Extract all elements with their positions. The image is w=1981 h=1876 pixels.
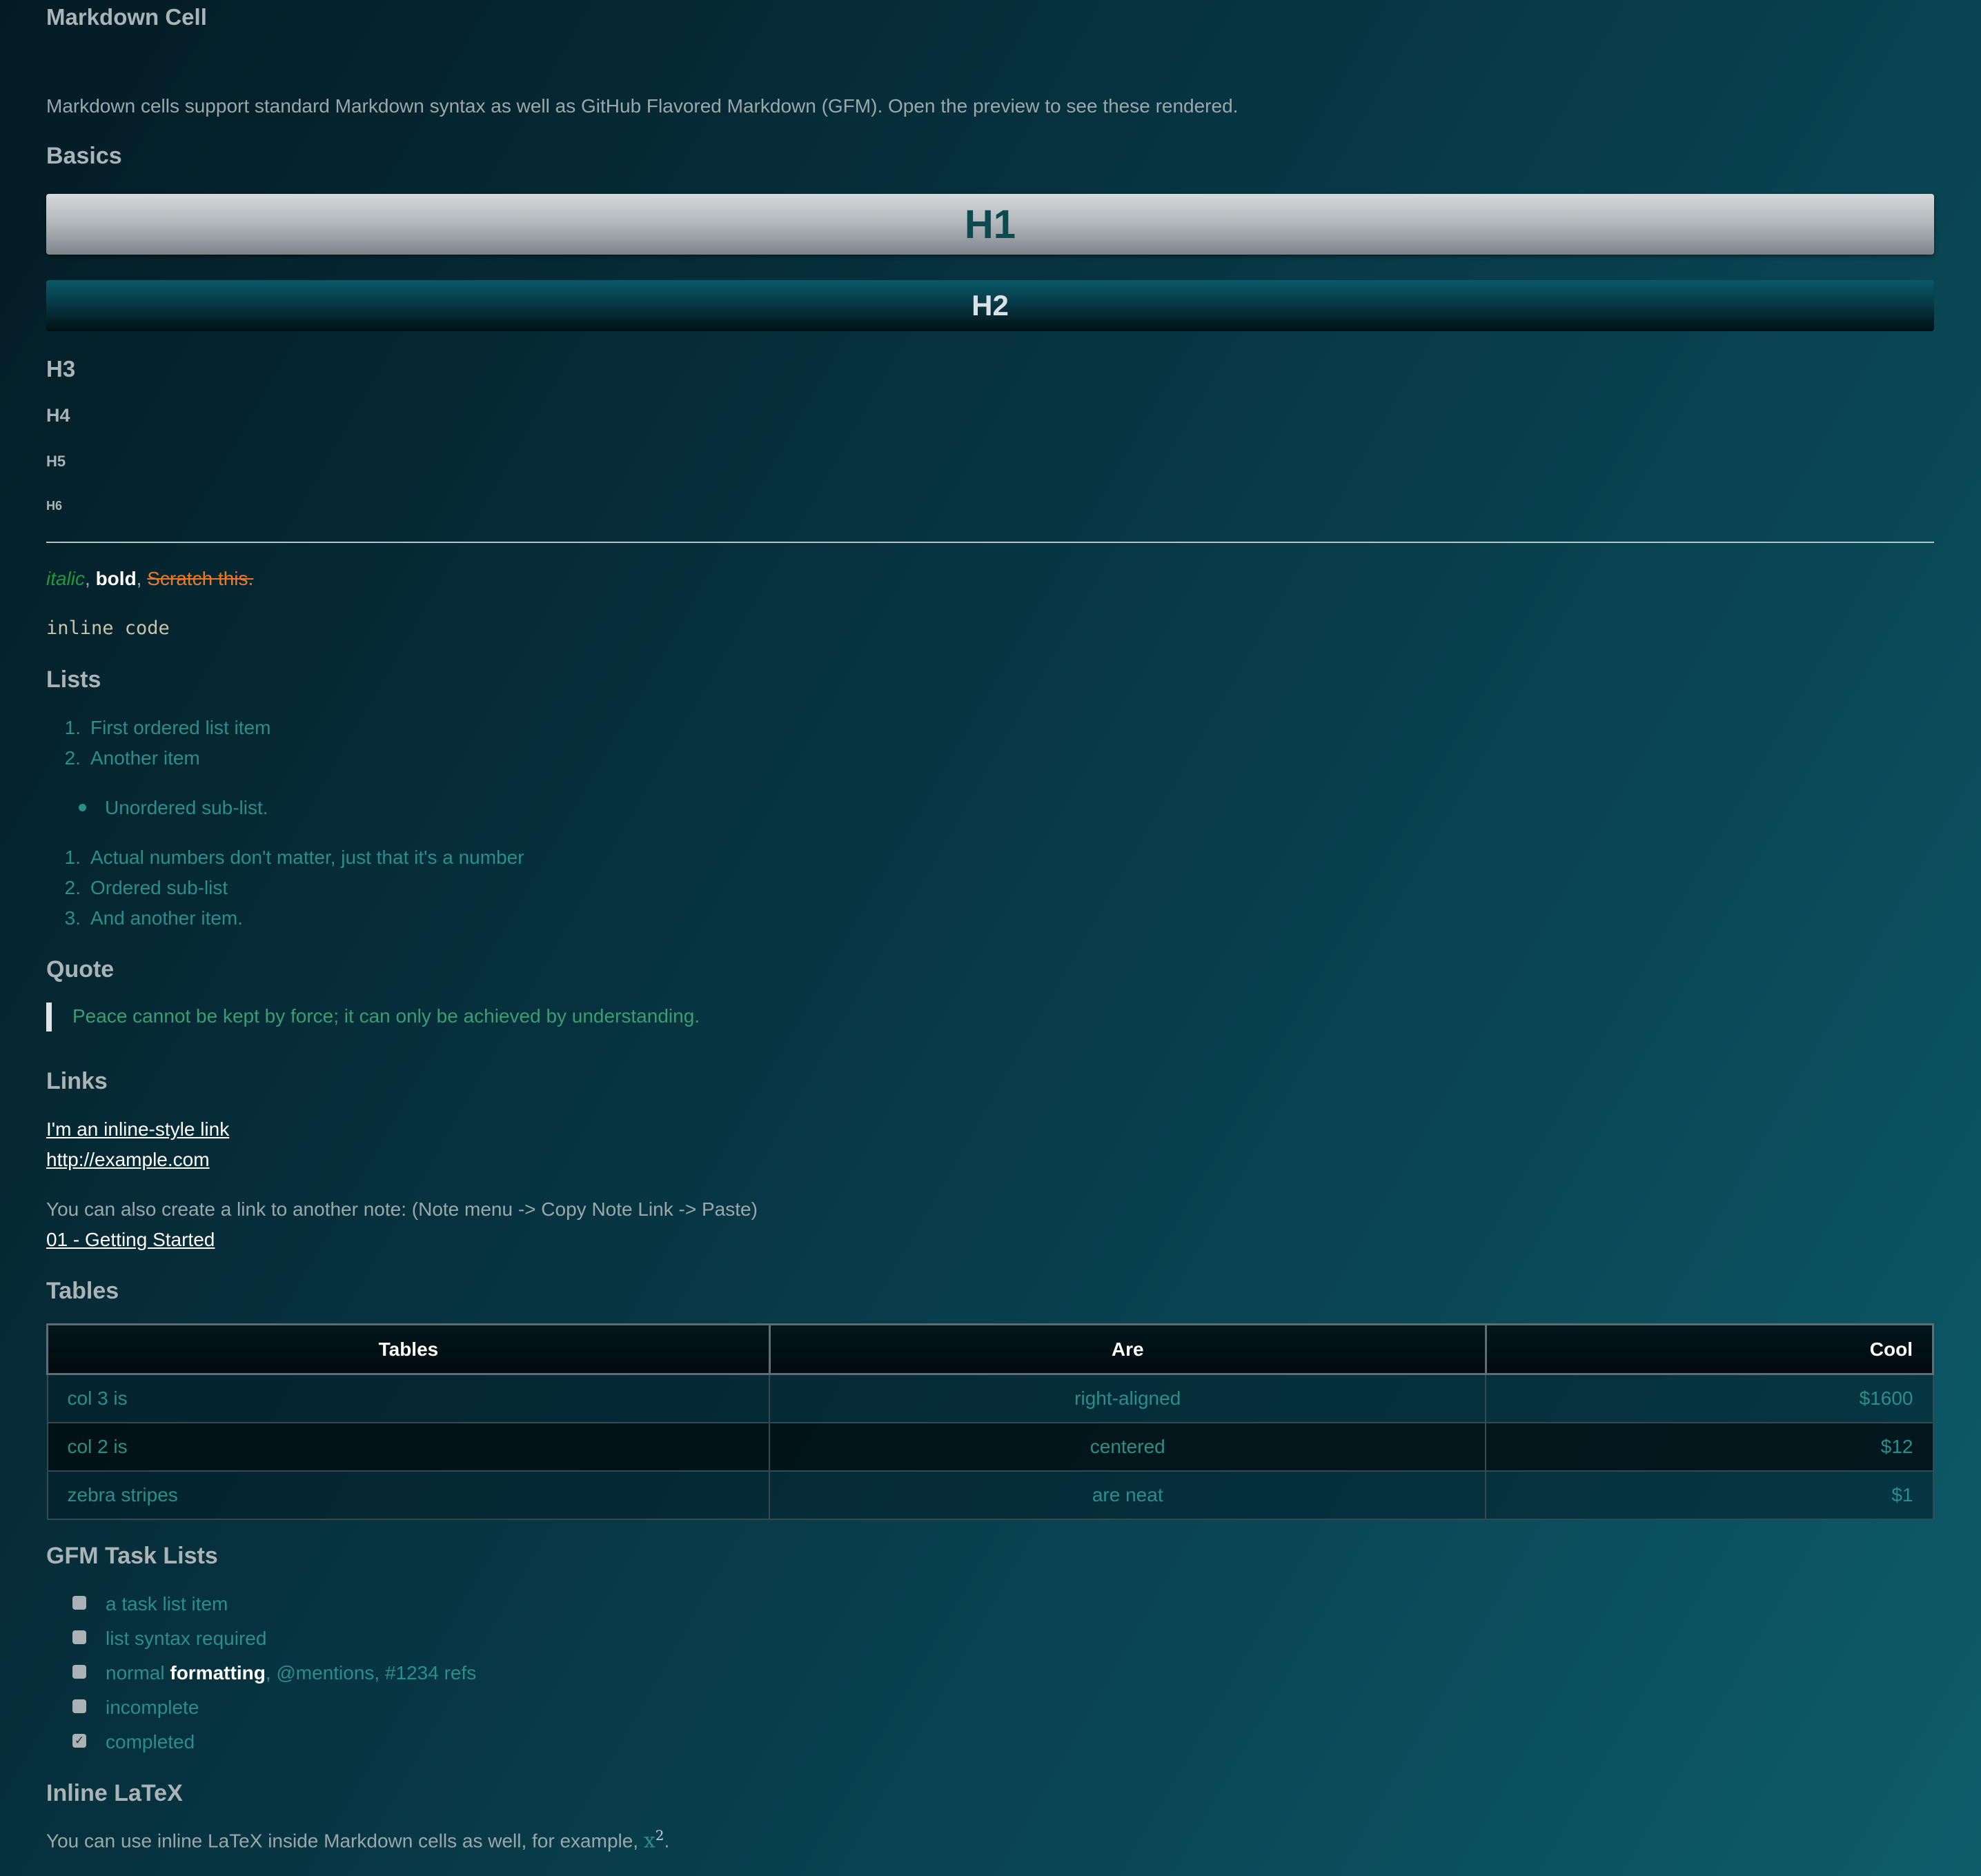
url-link-text[interactable]: http://example.com: [46, 1149, 210, 1170]
note-link-text[interactable]: 01 - Getting Started: [46, 1229, 215, 1250]
table-header-cell: Cool: [1484, 1323, 1935, 1375]
latex-base: x: [643, 1828, 656, 1853]
heading-tables: Tables: [46, 1278, 119, 1304]
emphasis-line: italic, bold, Scratch this.: [46, 568, 254, 589]
task-checkbox-checked[interactable]: ✓: [72, 1733, 86, 1748]
ordered-list-item: 1. First ordered list item: [46, 717, 271, 739]
inline-link[interactable]: I'm an inline-style link: [46, 1118, 229, 1141]
latex-trailing: .: [664, 1830, 670, 1852]
heading-inline-latex: Inline LaTeX: [46, 1780, 183, 1806]
table-cell: $1: [1485, 1470, 1934, 1520]
h4-heading: H4: [46, 405, 70, 426]
task-checkbox[interactable]: [72, 1595, 86, 1610]
table-cell: right-aligned: [769, 1373, 1487, 1423]
task-checkbox[interactable]: [72, 1699, 86, 1713]
table-row: col 2 is centered $12: [46, 1422, 1934, 1472]
task-text-normal: normal: [106, 1662, 165, 1684]
list-number: 2.: [64, 747, 81, 769]
task-list-item: normal formatting, @mentions, #1234 refs: [72, 1662, 476, 1684]
bullet-icon: [79, 804, 86, 812]
italic-text: italic: [46, 568, 86, 589]
list-item-text: Actual numbers don't matter, just that i…: [90, 847, 524, 868]
inline-code: inline code: [46, 618, 170, 639]
list-number: 2.: [64, 877, 81, 898]
task-list-item: incomplete: [72, 1697, 199, 1719]
notebook-page: Markdown Cell Markdown cells support sta…: [0, 0, 1981, 1876]
blockquote-bar: [46, 1003, 52, 1031]
table-row: zebra stripes are neat $1: [46, 1470, 1934, 1520]
table-cell: are neat: [769, 1470, 1487, 1520]
table-cell: zebra stripes: [46, 1470, 771, 1520]
url-link[interactable]: http://example.com: [46, 1149, 210, 1171]
heading-basics: Basics: [46, 143, 122, 169]
list-number: 1.: [64, 717, 81, 738]
table-header-cell: Tables: [46, 1323, 771, 1375]
blockquote-text: Peace cannot be kept by force; it can on…: [72, 1005, 700, 1027]
task-list-item: ✓ completed: [72, 1731, 195, 1753]
task-text: completed: [106, 1731, 195, 1752]
bold-text: bold: [95, 568, 137, 589]
ordered-list-item: 2. Ordered sub-list: [46, 877, 228, 899]
ordered-list-item: 1. Actual numbers don't matter, just that…: [46, 847, 524, 869]
markdown-table: Tables Are Cool col 3 is right-aligned $…: [46, 1323, 1935, 1520]
list-item-text: Unordered sub-list.: [105, 797, 268, 818]
latex-exponent: 2: [655, 1827, 664, 1844]
list-item-text: Ordered sub-list: [90, 877, 228, 898]
latex-text: You can use inline LaTeX inside Markdown…: [46, 1830, 639, 1852]
list-number: 1.: [64, 847, 81, 868]
h2-heading-text: H2: [972, 289, 1009, 322]
ordered-list-item: 3. And another item.: [46, 907, 243, 929]
table-header-row: Tables Are Cool: [46, 1323, 1935, 1375]
h5-heading: H5: [46, 453, 66, 470]
table-cell: centered: [769, 1422, 1487, 1472]
inline-link-text[interactable]: I'm an inline-style link: [46, 1118, 229, 1140]
unordered-list-item: Unordered sub-list.: [46, 797, 268, 819]
table-cell: $1600: [1485, 1373, 1934, 1423]
cell-type-title: Markdown Cell: [46, 4, 207, 30]
intro-paragraph: Markdown cells support standard Markdown…: [46, 95, 1239, 117]
heading-lists: Lists: [46, 667, 101, 693]
task-text: incomplete: [106, 1697, 199, 1718]
task-text: list syntax required: [106, 1628, 267, 1649]
list-item-text: First ordered list item: [90, 717, 271, 738]
list-item-text: And another item.: [90, 907, 244, 929]
table-cell: col 2 is: [46, 1422, 771, 1472]
note-link[interactable]: 01 - Getting Started: [46, 1229, 215, 1251]
task-checkbox[interactable]: [72, 1630, 86, 1644]
table-cell: $12: [1485, 1422, 1934, 1472]
horizontal-rule: [46, 542, 1934, 543]
inline-code-text: inline code: [46, 618, 170, 639]
ordered-list-item: 2. Another item: [46, 747, 200, 769]
table-cell: col 3 is: [46, 1373, 771, 1423]
task-list-item: list syntax required: [72, 1628, 266, 1650]
task-text-bold: formatting: [170, 1662, 266, 1684]
task-list-item: a task list item: [72, 1593, 228, 1615]
list-item-text: Another item: [90, 747, 200, 769]
table-header-cell: Are: [768, 1323, 1487, 1375]
latex-paragraph: You can use inline LaTeX inside Markdown…: [46, 1827, 669, 1853]
heading-links: Links: [46, 1068, 108, 1094]
table-row: col 3 is right-aligned $1600: [46, 1373, 1934, 1423]
task-text: a task list item: [106, 1593, 228, 1615]
list-number: 3.: [64, 907, 81, 929]
task-text-rest: , @mentions, #1234 refs: [265, 1662, 477, 1684]
heading-task-lists: GFM Task Lists: [46, 1543, 218, 1569]
task-checkbox[interactable]: [72, 1664, 86, 1679]
heading-quote: Quote: [46, 956, 115, 983]
note-link-description: You can also create a link to another no…: [46, 1198, 758, 1220]
h6-heading: H6: [46, 499, 63, 513]
h2-heading: H2: [46, 280, 1934, 331]
strikethrough-text: Scratch this.: [147, 568, 254, 589]
h1-heading: H1: [46, 194, 1934, 255]
h1-heading-text: H1: [964, 201, 1016, 247]
h3-heading: H3: [46, 356, 76, 382]
